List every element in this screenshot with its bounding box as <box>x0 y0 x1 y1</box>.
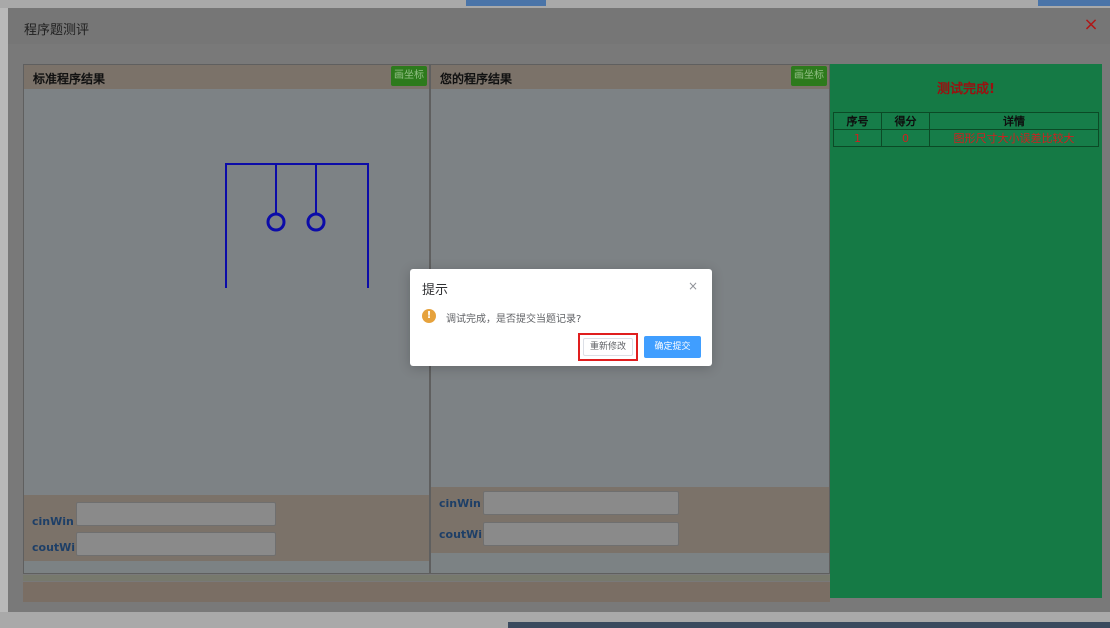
close-icon[interactable]: × <box>1080 14 1102 36</box>
ring-left <box>266 212 286 232</box>
dialog-header: 程序题测评 × <box>8 8 1110 44</box>
cin-label: cinWin <box>439 497 481 510</box>
submit-button[interactable]: 确定提交 <box>644 336 701 358</box>
confirm-prompt: 提示 × ! 调试完成，是否提交当题记录? 重新修改 确定提交 <box>410 269 712 366</box>
standard-output-canvas <box>24 89 429 495</box>
ring-right <box>306 212 326 232</box>
background-button <box>466 0 546 6</box>
column-header: 序号 <box>833 112 882 130</box>
bottom-bar <box>23 582 830 602</box>
result-table: 序号 得分 详情 1 0 图形尺寸大小误差比较大 <box>833 112 1099 147</box>
test-result-panel: 测试完成! 序号 得分 详情 1 0 图形尺寸大小误差比较大 <box>830 64 1102 598</box>
background-top-bar <box>0 0 1110 8</box>
row-index: 1 <box>833 129 882 147</box>
cin-textarea[interactable] <box>483 491 679 515</box>
row-detail: 图形尺寸大小误差比较大 <box>929 129 1099 147</box>
close-icon[interactable]: × <box>688 279 698 293</box>
redo-button-label: 重新修改 <box>583 338 633 356</box>
prompt-title: 提示 <box>422 283 449 298</box>
prompt-message: 调试完成，是否提交当题记录? <box>446 314 582 325</box>
cout-textarea[interactable] <box>76 532 276 556</box>
row-score: 0 <box>881 129 930 147</box>
pane-title: 您的程序结果 <box>440 72 513 86</box>
warning-icon: ! <box>422 309 436 323</box>
column-header: 得分 <box>881 112 930 130</box>
background-bottom-bar <box>0 612 1110 628</box>
io-panel: cinWin coutWin <box>431 487 829 553</box>
cin-textarea[interactable] <box>76 502 276 526</box>
pane-title: 标准程序结果 <box>33 72 106 86</box>
table-header-row: 序号 得分 详情 <box>833 112 1099 130</box>
io-panel: cinWin coutWin <box>24 495 429 561</box>
draw-axis-button[interactable]: 画坐标 <box>791 66 827 86</box>
pane-header: 您的程序结果 画坐标 <box>431 65 829 89</box>
pane-header: 标准程序结果 画坐标 <box>24 65 429 89</box>
background-button <box>1038 0 1110 6</box>
dialog-title: 程序题测评 <box>24 23 90 38</box>
bottom-divider <box>23 575 830 581</box>
standard-result-pane: 标准程序结果 画坐标 cinWin coutWin <box>23 64 430 574</box>
background-footer <box>508 622 1110 628</box>
frame-outline <box>225 163 369 288</box>
redo-button[interactable]: 重新修改 <box>578 333 638 361</box>
draw-axis-button[interactable]: 画坐标 <box>391 66 427 86</box>
column-header: 详情 <box>929 112 1099 130</box>
cin-label: cinWin <box>32 515 74 528</box>
cout-textarea[interactable] <box>483 522 679 546</box>
table-row: 1 0 图形尺寸大小误差比较大 <box>833 129 1099 147</box>
hanging-rings-figure <box>225 163 369 288</box>
result-title: 测试完成! <box>937 82 995 97</box>
